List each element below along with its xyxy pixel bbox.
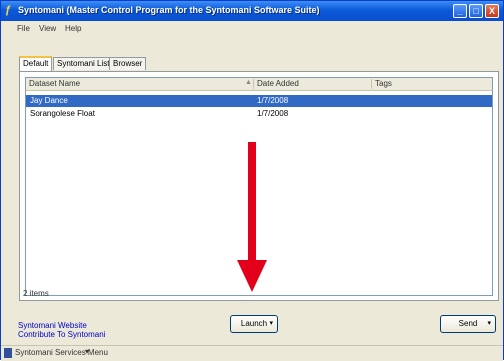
tab-default[interactable]: Default — [19, 56, 53, 71]
list-header: Dataset Name ▲ Date Added Tags — [26, 78, 492, 91]
minimize-button[interactable]: _ — [453, 4, 467, 18]
app-window: ƒ Syntomani (Master Control Program for … — [0, 0, 504, 361]
column-header-date[interactable]: Date Added — [254, 79, 372, 89]
services-menu-label[interactable]: Syntomani Services Menu — [15, 348, 108, 357]
maximize-button[interactable]: □ — [469, 4, 483, 18]
website-link-line1[interactable]: Syntomani Website — [18, 321, 105, 330]
close-button[interactable]: X — [485, 4, 499, 18]
services-icon — [4, 348, 12, 358]
tab-browser[interactable]: Browser — [109, 57, 147, 70]
row-date: 1/7/2008 — [257, 109, 289, 118]
dropdown-caret-icon: ▾ — [487, 320, 491, 327]
menu-help[interactable]: Help — [65, 24, 81, 33]
tab-syntomani-lists[interactable]: Syntomani Lists — [53, 57, 118, 70]
menu-file[interactable]: File — [17, 24, 30, 33]
list-row[interactable]: Sorangolese Float 1/7/2008 — [26, 108, 492, 120]
column-header-tags[interactable]: Tags — [372, 79, 492, 89]
row-date: 1/7/2008 — [257, 96, 289, 105]
row-name: Sorangolese Float — [30, 109, 95, 118]
row-name: Jay Dance — [30, 96, 68, 105]
chevron-down-icon[interactable]: ▾ — [85, 347, 89, 356]
item-count: 2 items — [23, 289, 49, 298]
column-header-name[interactable]: Dataset Name — [26, 79, 254, 89]
launch-button[interactable]: Launch ▾ — [230, 315, 278, 333]
window-title: Syntomani (Master Control Program for th… — [18, 5, 320, 15]
app-icon: ƒ — [5, 4, 12, 16]
send-button[interactable]: Send ▾ — [440, 315, 496, 333]
down-arrow-icon — [237, 142, 267, 292]
sort-arrow-icon: ▲ — [245, 79, 252, 86]
services-bar: Syntomani Services Menu ▾ — [1, 345, 503, 361]
title-bar[interactable]: ƒ Syntomani (Master Control Program for … — [1, 1, 503, 21]
website-link-line2[interactable]: Contribute To Syntomani — [18, 330, 105, 339]
menu-bar: File View Help — [1, 22, 503, 37]
list-row[interactable]: Jay Dance 1/7/2008 — [26, 95, 492, 107]
dropdown-caret-icon: ▾ — [269, 320, 273, 327]
menu-view[interactable]: View — [39, 24, 56, 33]
website-link[interactable]: Syntomani Website Contribute To Syntoman… — [18, 321, 105, 339]
launch-label: Launch — [240, 319, 268, 328]
tab-panel: Dataset Name ▲ Date Added Tags Jay Dance… — [19, 71, 499, 301]
dataset-list[interactable]: Dataset Name ▲ Date Added Tags Jay Dance… — [25, 77, 493, 296]
send-label: Send — [458, 319, 478, 328]
